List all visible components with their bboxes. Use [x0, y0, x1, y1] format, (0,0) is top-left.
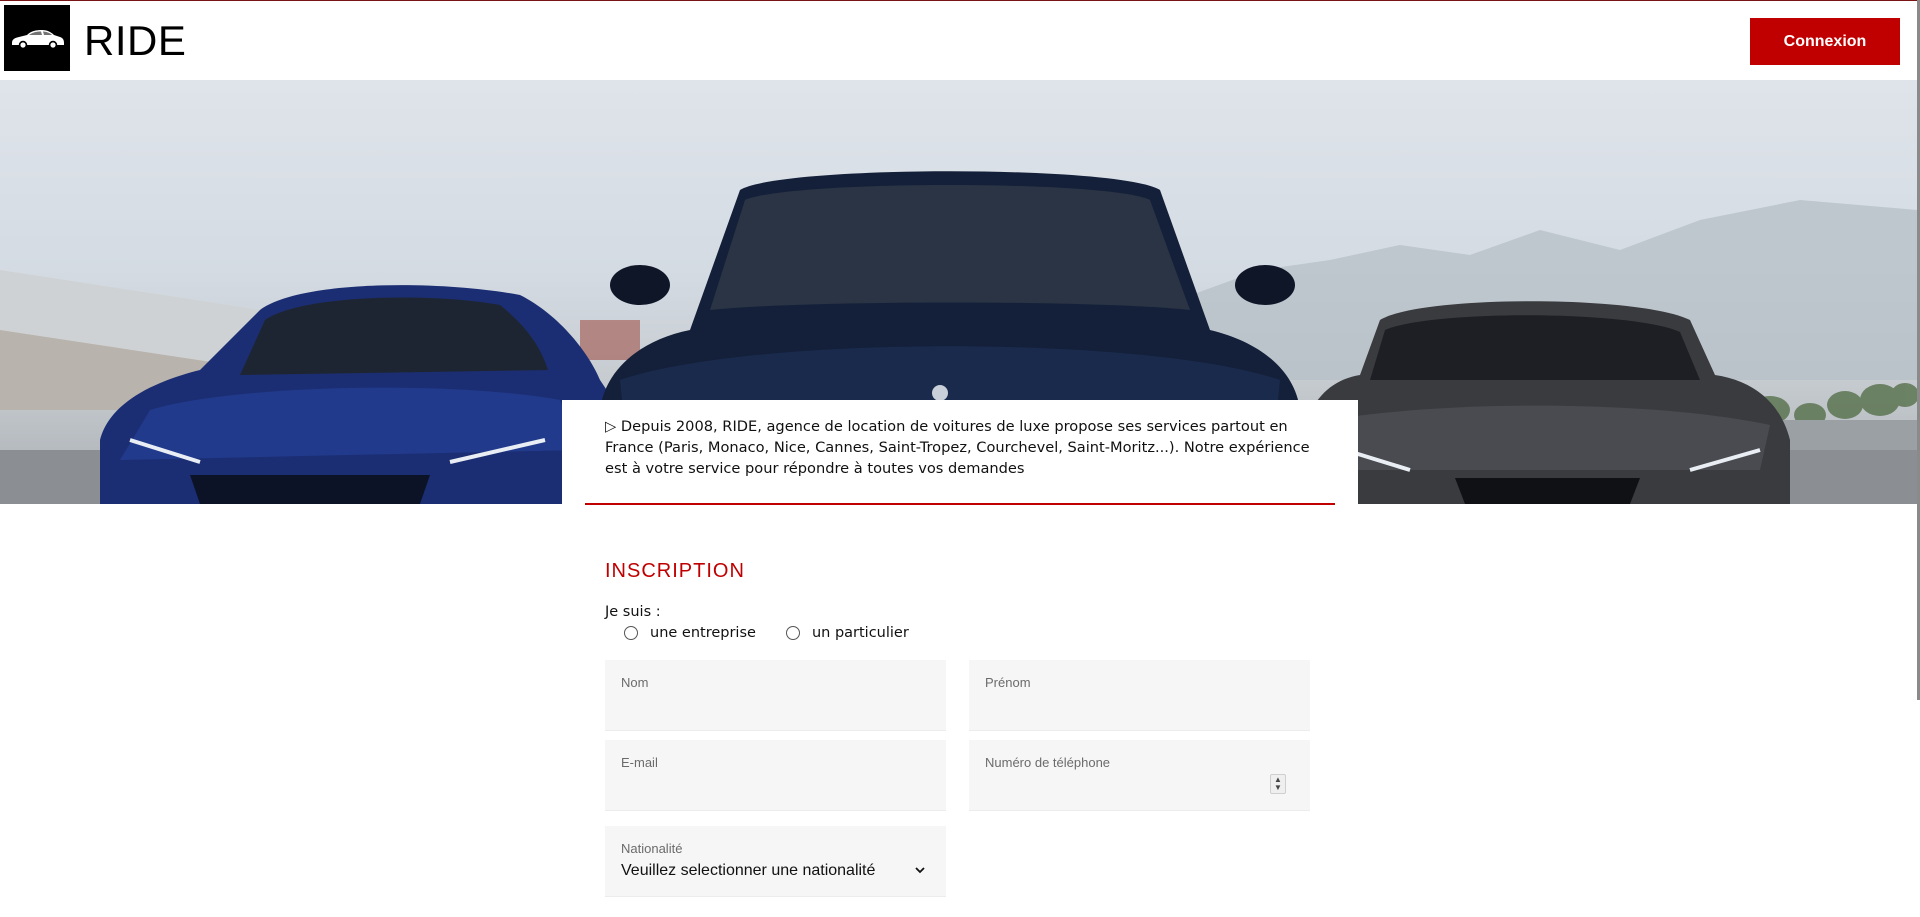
email-label: E-mail [621, 755, 658, 770]
login-button[interactable]: Connexion [1750, 18, 1900, 65]
intro-text: ▷ Depuis 2008, RIDE, agence de location … [605, 418, 1310, 477]
chevron-down-icon[interactable] [914, 864, 926, 876]
prenom-field[interactable]: Prénom [969, 660, 1310, 731]
nationalite-select[interactable]: Nationalité Veuillez selectionner une na… [605, 826, 946, 897]
radio-particulier-label[interactable]: un particulier [812, 625, 909, 641]
nationalite-value[interactable]: Veuillez selectionner une nationalité [621, 862, 875, 880]
radio-particulier[interactable] [785, 626, 800, 640]
radio-entreprise-label[interactable]: une entreprise [650, 625, 756, 641]
intro-divider [585, 503, 1335, 505]
nom-label: Nom [621, 675, 649, 690]
brand-name: RIDE [84, 17, 187, 64]
nationalite-label: Nationalité [621, 841, 683, 856]
telephone-input[interactable] [985, 778, 1289, 802]
site-header: RIDE Connexion [0, 1, 1920, 80]
form-title: INSCRIPTION [605, 560, 745, 582]
nom-field[interactable]: Nom [605, 660, 946, 731]
account-type-label: Je suis : [605, 604, 661, 620]
intro-card: ▷ Depuis 2008, RIDE, agence de location … [562, 400, 1358, 505]
radio-entreprise[interactable] [624, 626, 638, 640]
telephone-field[interactable]: Numéro de téléphone ▲ ▼ [969, 740, 1310, 811]
telephone-label: Numéro de téléphone [985, 755, 1111, 770]
logo[interactable] [4, 5, 70, 71]
prenom-input[interactable] [985, 698, 1289, 722]
car-icon [12, 30, 64, 50]
prenom-label: Prénom [985, 675, 1031, 690]
email-field[interactable]: E-mail [605, 740, 946, 811]
email-input[interactable] [621, 778, 925, 802]
nom-input[interactable] [621, 698, 925, 722]
account-type-options: une entreprise un particulier [624, 625, 939, 641]
number-spinner-icon[interactable]: ▲ ▼ [1270, 774, 1286, 794]
